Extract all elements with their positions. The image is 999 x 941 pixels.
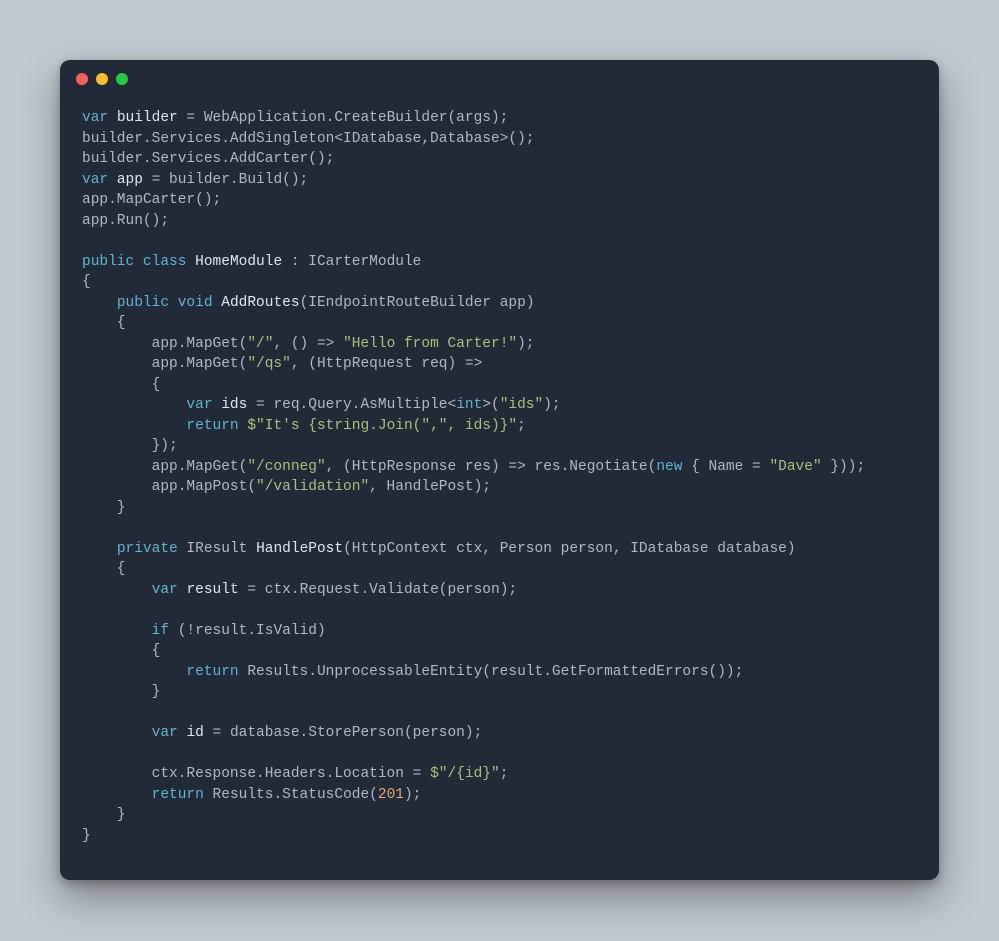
close-icon[interactable] <box>76 73 88 85</box>
code-line[interactable]: { <box>82 272 917 293</box>
code-line[interactable]: { <box>82 641 917 662</box>
zoom-icon[interactable] <box>116 73 128 85</box>
code-line[interactable]: var app = builder.Build(); <box>82 170 917 191</box>
code-line[interactable]: return $"It's {string.Join(",", ids)}"; <box>82 416 917 437</box>
code-line[interactable]: } <box>82 682 917 703</box>
code-line[interactable] <box>82 744 917 765</box>
code-line[interactable]: var builder = WebApplication.CreateBuild… <box>82 108 917 129</box>
code-area[interactable]: var builder = WebApplication.CreateBuild… <box>60 98 939 856</box>
code-line[interactable] <box>82 518 917 539</box>
code-line[interactable]: ctx.Response.Headers.Location = $"/{id}"… <box>82 764 917 785</box>
code-line[interactable]: { <box>82 375 917 396</box>
code-line[interactable] <box>82 703 917 724</box>
code-line[interactable]: app.MapGet("/conneg", (HttpResponse res)… <box>82 457 917 478</box>
code-line[interactable]: app.MapPost("/validation", HandlePost); <box>82 477 917 498</box>
code-line[interactable]: private IResult HandlePost(HttpContext c… <box>82 539 917 560</box>
code-line[interactable]: var result = ctx.Request.Validate(person… <box>82 580 917 601</box>
traffic-lights <box>76 73 128 85</box>
code-line[interactable]: var id = database.StorePerson(person); <box>82 723 917 744</box>
code-line[interactable]: { <box>82 559 917 580</box>
code-line[interactable]: return Results.UnprocessableEntity(resul… <box>82 662 917 683</box>
code-line[interactable]: }); <box>82 436 917 457</box>
code-line[interactable]: } <box>82 826 917 847</box>
minimize-icon[interactable] <box>96 73 108 85</box>
code-line[interactable]: if (!result.IsValid) <box>82 621 917 642</box>
code-line[interactable]: public class HomeModule : ICarterModule <box>82 252 917 273</box>
code-line[interactable]: public void AddRoutes(IEndpointRouteBuil… <box>82 293 917 314</box>
code-line[interactable]: { <box>82 313 917 334</box>
code-line[interactable]: app.MapGet("/qs", (HttpRequest req) => <box>82 354 917 375</box>
code-line[interactable] <box>82 231 917 252</box>
code-line[interactable]: } <box>82 498 917 519</box>
editor-window: var builder = WebApplication.CreateBuild… <box>60 60 939 880</box>
code-line[interactable]: return Results.StatusCode(201); <box>82 785 917 806</box>
code-line[interactable]: var ids = req.Query.AsMultiple<int>("ids… <box>82 395 917 416</box>
window-titlebar <box>60 60 939 98</box>
code-line[interactable]: } <box>82 805 917 826</box>
code-line[interactable] <box>82 600 917 621</box>
code-line[interactable]: app.Run(); <box>82 211 917 232</box>
code-line[interactable]: app.MapCarter(); <box>82 190 917 211</box>
code-line[interactable]: builder.Services.AddSingleton<IDatabase,… <box>82 129 917 150</box>
code-line[interactable]: builder.Services.AddCarter(); <box>82 149 917 170</box>
code-line[interactable]: app.MapGet("/", () => "Hello from Carter… <box>82 334 917 355</box>
stage: var builder = WebApplication.CreateBuild… <box>0 0 999 941</box>
